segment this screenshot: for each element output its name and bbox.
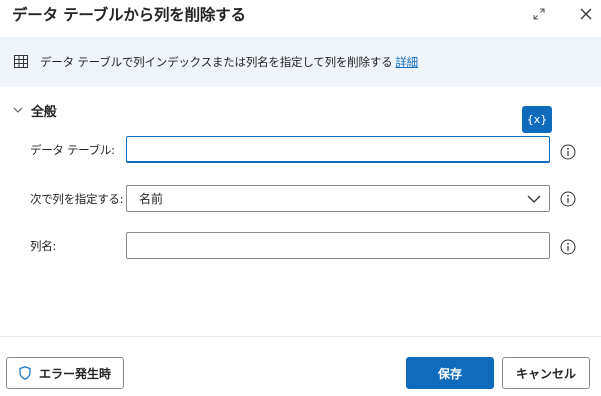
dialog-title: データ テーブルから列を削除する [12,6,246,24]
datatable-label: データ テーブル: [30,143,115,157]
expand-diagonal-icon [533,8,545,20]
info-icon[interactable] [560,191,576,207]
shield-icon [19,366,31,380]
learn-more-link[interactable]: 詳細 [395,55,418,69]
info-description: データ テーブルで列インデックスまたは列名を指定して列を削除する [40,55,393,69]
section-title: 全般 [31,104,57,120]
footer-divider [0,336,601,337]
section-general-toggle[interactable]: 全般 [13,101,57,120]
save-button[interactable]: 保存 [406,357,494,389]
chevron-down-icon [13,107,23,113]
info-icon[interactable] [560,239,576,255]
info-icon[interactable] [560,144,576,160]
cancel-button[interactable]: キャンセル [502,357,590,389]
column-name-label: 列名: [30,239,56,253]
insert-variable-button[interactable]: {x} [522,106,552,133]
specify-by-label: 次で列を指定する: [30,192,124,206]
table-icon [14,55,28,68]
specify-by-select[interactable]: 名前 [126,185,550,212]
column-name-input[interactable] [126,232,550,259]
specify-by-value: 名前 [139,192,164,206]
expand-button[interactable] [526,2,552,26]
on-error-button[interactable]: エラー発生時 [6,357,124,389]
close-button[interactable] [573,2,599,26]
info-banner: データ テーブルで列インデックスまたは列名を指定して列を削除する 詳細 [0,37,601,87]
close-icon [580,8,592,20]
on-error-label: エラー発生時 [38,366,111,381]
datatable-input[interactable] [126,136,550,163]
info-text: データ テーブルで列インデックスまたは列名を指定して列を削除する 詳細 [40,54,418,70]
chevron-down-icon [527,195,541,203]
